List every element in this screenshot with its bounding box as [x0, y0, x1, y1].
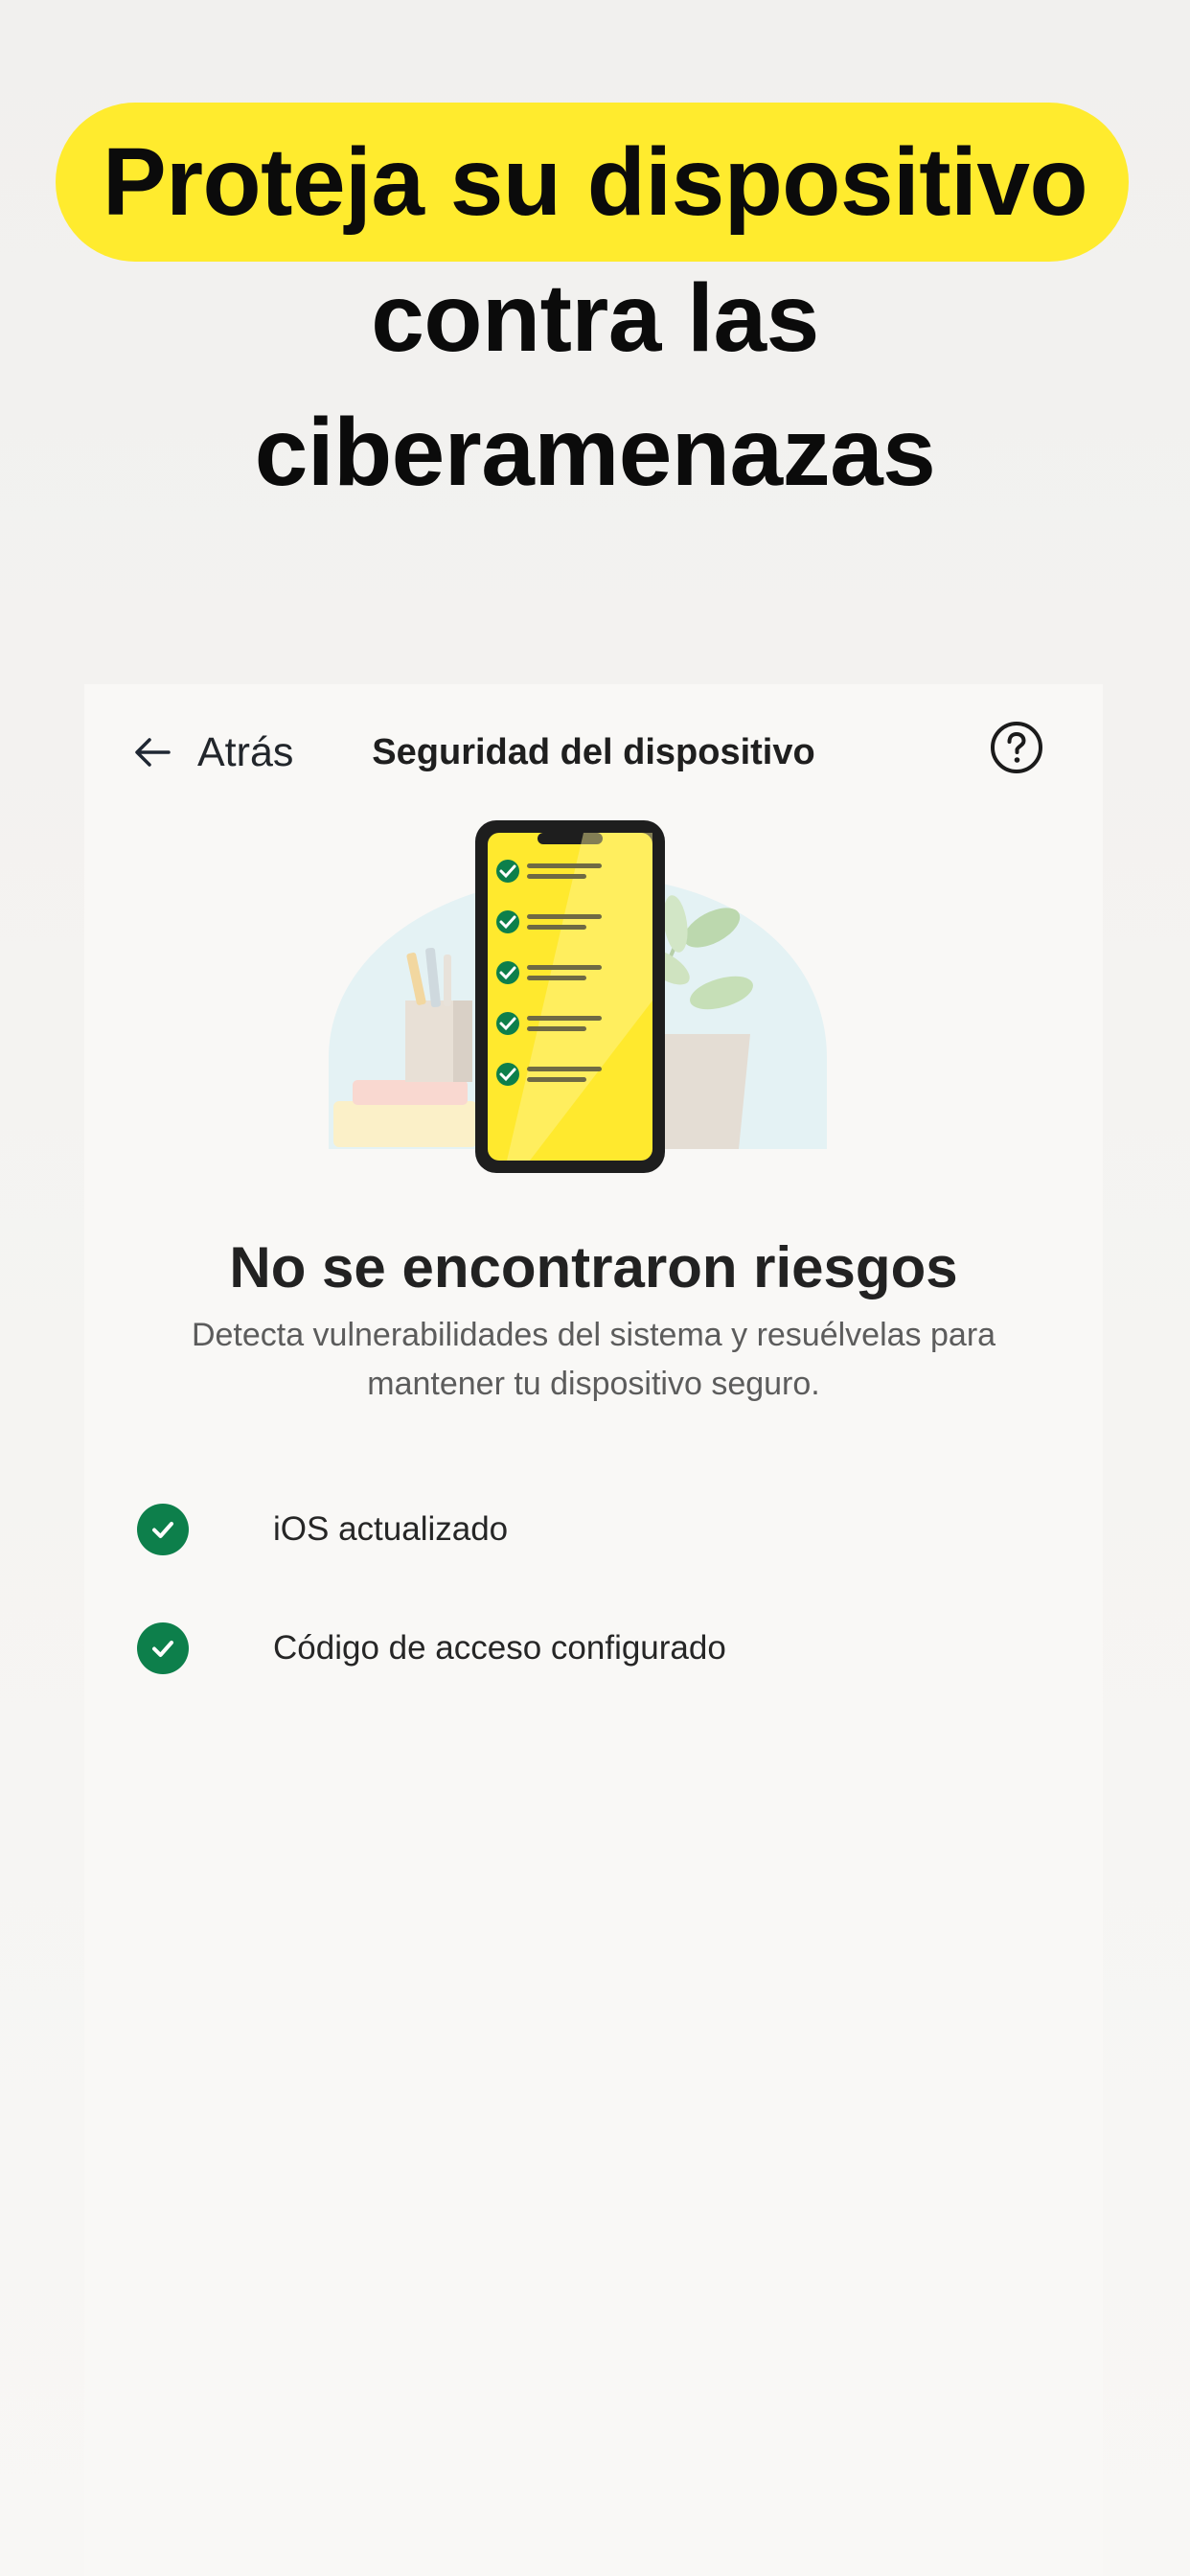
question-circle-icon	[989, 720, 1044, 780]
check-label: iOS actualizado	[273, 1510, 509, 1548]
headline-line-1: Proteja su dispositivo	[102, 128, 1088, 236]
headline-line-3: ciberamenazas	[254, 399, 936, 506]
check-item-ios-updated: iOS actualizado	[137, 1470, 1057, 1589]
check-item-passcode-set: Código de acceso configurado	[137, 1589, 1057, 1708]
help-button[interactable]	[980, 713, 1053, 786]
phone-checklist-illustration	[329, 820, 827, 1173]
status-description: Detecta vulnerabilidades del sistema y r…	[191, 1317, 996, 1402]
check-circle-icon	[137, 1622, 189, 1674]
check-circle-icon	[137, 1504, 189, 1555]
device-security-screen: Atrás Seguridad del dispositivo No se en…	[84, 684, 1103, 2576]
promo-headline: Proteja su dispositivo contra las cibera…	[0, 0, 1190, 537]
headline-line-2: contra las	[371, 264, 819, 372]
status-title: No se encontraron riesgos	[229, 1235, 958, 1300]
security-checks-list: iOS actualizado Código de acceso configu…	[137, 1470, 1057, 1708]
screen-title: Seguridad del dispositivo	[372, 731, 815, 772]
check-label: Código de acceso configurado	[273, 1629, 726, 1667]
